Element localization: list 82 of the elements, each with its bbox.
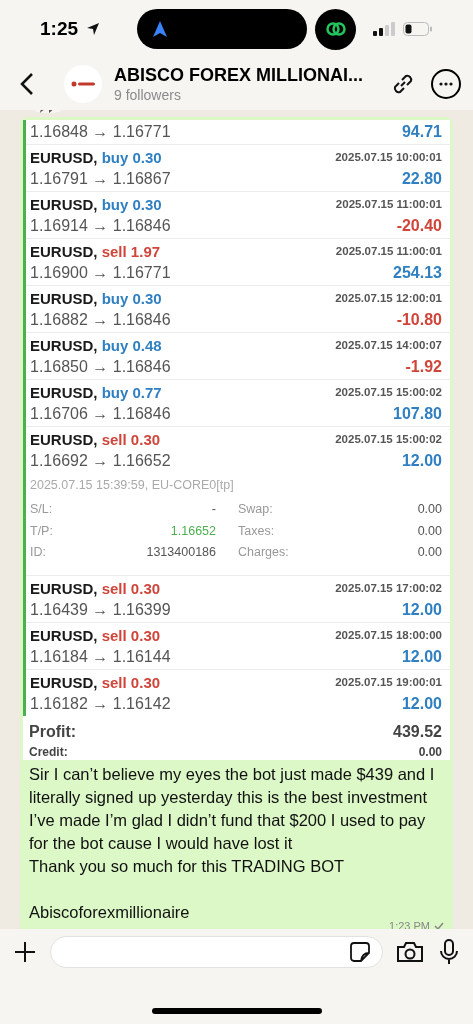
price-range: 1.16184 → 1.16144 [30, 647, 171, 667]
price-range: 1.16850 → 1.16846 [30, 357, 171, 377]
channel-title: ABISCO FOREX MILLIONAI... [114, 64, 363, 87]
price-range: 1.16900 → 1.16771 [30, 263, 171, 283]
detail-label: Taxes: [237, 522, 276, 540]
trade-title: EURUSD, sell 0.30 [30, 672, 161, 693]
price-range: 1.16848 → 1.16771 [30, 122, 171, 142]
trade-title: EURUSD, sell 1.97 [30, 241, 161, 262]
trade-time: 2025.07.15 17:00:02 [335, 581, 442, 597]
logo-icon [71, 81, 95, 87]
trade-time: 2025.07.15 15:00:02 [335, 385, 442, 401]
microphone-button[interactable] [437, 937, 461, 967]
status-time: 1:25 [40, 16, 79, 41]
detail-label: S/L: [30, 500, 54, 518]
trade-time: 2025.07.15 19:00:01 [335, 675, 442, 691]
trade-profit: -1.92 [405, 357, 442, 377]
detail-value: - [210, 500, 216, 518]
summary-value: 439.52 [393, 722, 442, 742]
price-range: 1.16706 → 1.16846 [30, 404, 171, 424]
summary-label: Profit: [29, 722, 77, 742]
dots-icon [439, 82, 453, 86]
detail-label: ID: [30, 544, 47, 562]
detail-value: 0.00 [416, 522, 442, 540]
detail-value: 0.00 [416, 500, 442, 518]
trade-profit: 22.80 [401, 169, 442, 189]
trade-title: EURUSD, buy 0.77 [30, 382, 162, 403]
trade-title: EURUSD, sell 0.30 [30, 578, 161, 599]
price-range: 1.16791 → 1.16867 [30, 169, 171, 189]
detail-value: 0.00 [416, 544, 442, 562]
back-chevron-icon [20, 72, 34, 96]
message-signature: Abiscoforexmillionaire [29, 902, 191, 923]
detail-label: T/P: [30, 522, 54, 540]
trade-profit: -20.40 [396, 216, 442, 236]
followers-count: 9 followers [114, 86, 182, 104]
trade-profit: 12.00 [401, 694, 442, 714]
navigation-arrow-icon [153, 21, 168, 37]
summary-value: 0.00 [418, 744, 442, 761]
trade-time: 2025.07.15 18:00:00 [335, 628, 442, 644]
message-text: Thank you so much for this TRADING BOT [29, 856, 346, 877]
detail-label: Swap: [237, 500, 274, 518]
sticker-icon [350, 942, 370, 962]
camera-icon [396, 941, 424, 963]
message-text: Sir I can’t believe my eyes the bot just made $439 and I literally signed up yesterday this is the best investment I’ve made I’m glad I didn’t fund that $200 I used to pay for the bot cause I would have lost it [29, 764, 436, 854]
microphone-icon [440, 939, 458, 965]
price-range: 1.16882 → 1.16846 [30, 310, 171, 330]
location-arrow-icon [86, 22, 101, 36]
trade-title: EURUSD, buy 0.30 [30, 194, 162, 215]
trade-title: EURUSD, sell 0.30 [30, 625, 161, 646]
price-range: 1.16692 → 1.16652 [30, 451, 171, 471]
detail-value: 1.16652 [169, 522, 216, 540]
summary-label: Credit: [29, 744, 68, 761]
detail-value: 1313400186 [145, 544, 216, 562]
trade-profit: 12.00 [401, 451, 442, 471]
trade-time: 2025.07.15 10:00:01 [335, 150, 442, 166]
plus-icon [14, 941, 36, 963]
signal-icon [373, 22, 395, 36]
trade-time: 2025.07.15 12:00:01 [335, 291, 442, 307]
trade-profit: 254.13 [393, 263, 442, 283]
detail-label: Charges: [237, 544, 290, 562]
message-input-field[interactable] [50, 936, 383, 968]
trade-title: EURUSD, buy 0.48 [30, 335, 162, 356]
trade-time: 2025.07.15 15:00:02 [335, 432, 442, 448]
price-range: 1.16182 → 1.16142 [30, 694, 171, 714]
trade-profit: 107.80 [393, 404, 442, 424]
channel-avatar[interactable] [64, 65, 102, 103]
trade-title: EURUSD, buy 0.30 [30, 147, 162, 168]
more-button[interactable] [431, 69, 461, 99]
trade-time: 2025.07.15 11:00:01 [335, 197, 442, 213]
trade-profit: -10.80 [396, 310, 442, 330]
trade-time: 2025.07.15 11:00:01 [335, 244, 442, 260]
trade-profit: 94.71 [401, 122, 442, 142]
price-range: 1.16439 → 1.16399 [30, 600, 171, 620]
battery-icon [403, 22, 433, 36]
attach-button[interactable] [12, 939, 38, 965]
trade-profit: 12.00 [401, 600, 442, 620]
trade-title: EURUSD, buy 0.30 [30, 288, 162, 309]
trade-profit: 12.00 [401, 647, 442, 667]
close-time-text: 2025.07.15 15:39:59, EU-CORE0[tp] [30, 477, 235, 494]
sent-check-icon [434, 922, 444, 929]
price-range: 1.16914 → 1.16846 [30, 216, 171, 236]
trade-time: 2025.07.15 14:00:07 [335, 338, 442, 354]
trade-title: EURUSD, sell 0.30 [30, 429, 161, 450]
